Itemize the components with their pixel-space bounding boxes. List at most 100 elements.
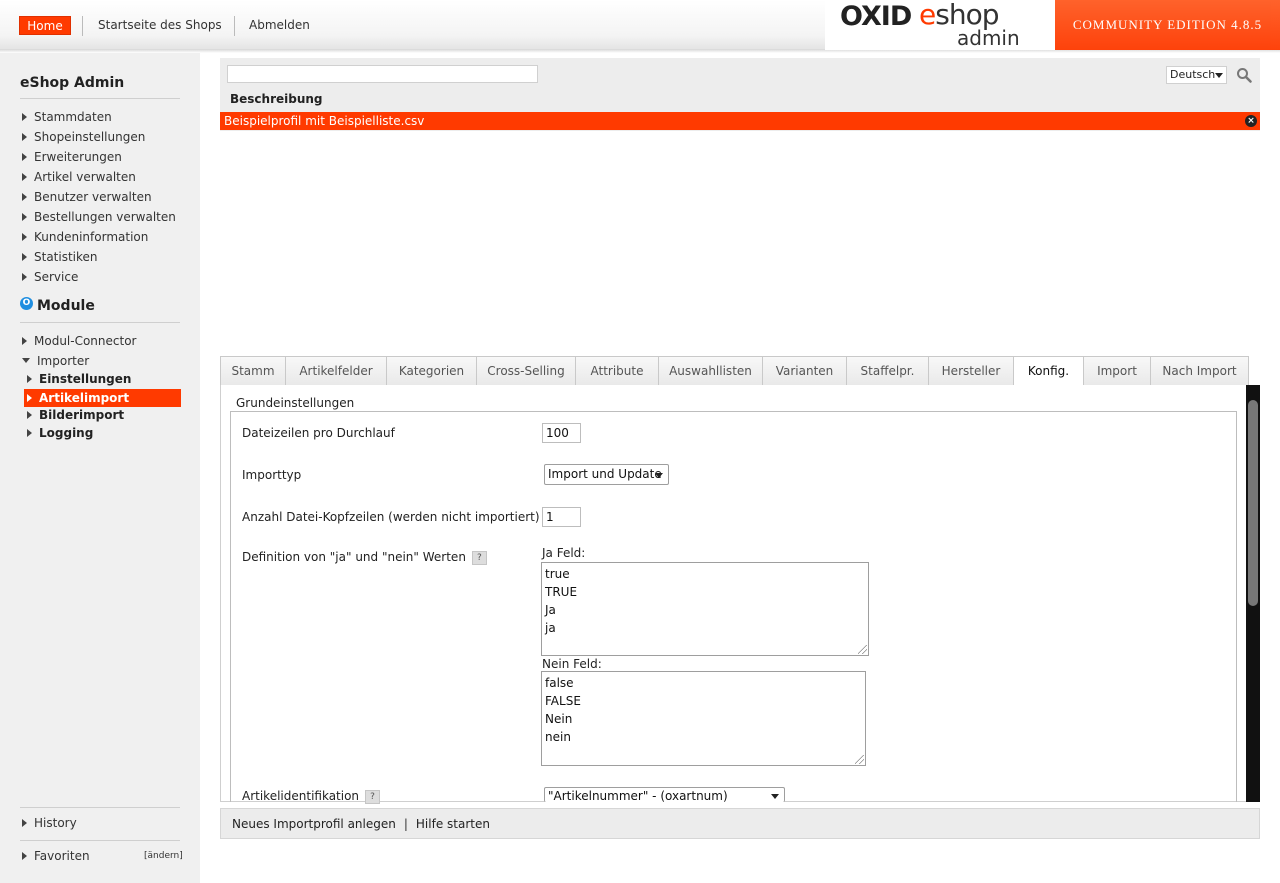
triangle-right-icon — [22, 113, 27, 121]
logout-link[interactable]: Abmelden — [249, 18, 310, 32]
column-header-beschreibung[interactable]: Beschreibung — [230, 92, 323, 106]
resize-grip-icon[interactable] — [858, 645, 867, 654]
sidebar-item-benutzer-verwalten[interactable]: Benutzer verwalten — [22, 188, 152, 206]
sidebar-item-bestellungen-verwalten[interactable]: Bestellungen verwalten — [22, 208, 176, 226]
sidebar-item-label: Stammdaten — [34, 110, 112, 124]
tab-varianten[interactable]: Varianten — [762, 356, 847, 385]
sidebar-subitem-label: Einstellungen — [39, 372, 132, 386]
sidebar-item-label: Bestellungen verwalten — [34, 210, 176, 224]
scrollbar-thumb[interactable] — [1248, 400, 1258, 606]
triangle-right-icon — [22, 133, 27, 141]
article-id-value: "Artikelnummer" - (oxartnum) — [548, 789, 728, 803]
logo-brand: OXID — [840, 1, 912, 32]
sidebar-item-erweiterungen[interactable]: Erweiterungen — [22, 148, 122, 166]
tab-hersteller[interactable]: Hersteller — [928, 356, 1014, 385]
favorites-edit-link[interactable]: [ändern] — [144, 851, 183, 861]
sidebar-item-kundeninformation[interactable]: Kundeninformation — [22, 228, 148, 246]
textarea-line: Ja — [545, 603, 556, 617]
triangle-right-icon — [22, 173, 27, 181]
yes-values-textarea[interactable]: true TRUE Ja ja — [541, 562, 869, 656]
triangle-right-icon — [27, 375, 32, 383]
sidebar-item-shopeinstellungen[interactable]: Shopeinstellungen — [22, 128, 145, 146]
sidebar-subitem-bilderimport[interactable]: Bilderimport — [27, 406, 124, 424]
sidebar-divider — [20, 807, 180, 808]
import-type-value: Import und Update — [548, 467, 662, 481]
import-type-label: Importtyp — [242, 468, 302, 482]
sidebar-item-artikel-verwalten[interactable]: Artikel verwalten — [22, 168, 136, 186]
import-type-select[interactable]: Import und Update — [544, 464, 669, 485]
chevron-down-icon — [655, 473, 663, 478]
triangle-right-icon — [22, 337, 27, 345]
sidebar-item-history[interactable]: History — [22, 814, 77, 832]
chevron-down-icon — [771, 794, 779, 799]
delete-icon[interactable]: × — [1245, 115, 1257, 127]
header-rows-label: Anzahl Datei-Kopfzeilen (werden nicht im… — [242, 510, 540, 524]
triangle-right-icon — [22, 273, 27, 281]
sidebar-item-label: Shopeinstellungen — [34, 130, 146, 144]
sidebar-subitem-label: Bilderimport — [39, 408, 125, 422]
language-select[interactable]: Deutsch — [1166, 66, 1227, 84]
sidebar-item-stammdaten[interactable]: Stammdaten — [22, 108, 112, 126]
sidebar-item-favoriten[interactable]: Favoriten — [22, 847, 90, 865]
list-item-selected[interactable]: Beispielprofil mit Beispielliste.csv × — [220, 112, 1260, 130]
article-id-select[interactable]: "Artikelnummer" - (oxartnum) — [544, 787, 785, 803]
sidebar-subitem-artikelimport[interactable]: Artikelimport — [24, 389, 181, 407]
search-input[interactable] — [227, 65, 538, 83]
search-icon[interactable] — [1236, 67, 1252, 83]
new-import-profile-link[interactable]: Neues Importprofil anlegen — [232, 817, 396, 831]
sidebar-item-statistiken[interactable]: Statistiken — [22, 248, 98, 266]
tab-stamm[interactable]: Stamm — [220, 356, 286, 385]
no-values-textarea[interactable]: false FALSE Nein nein — [541, 671, 866, 766]
textarea-line: Nein — [545, 712, 573, 726]
help-link[interactable]: Hilfe starten — [416, 817, 490, 831]
tab-kategorien[interactable]: Kategorien — [386, 356, 477, 385]
sidebar-divider — [20, 840, 180, 841]
help-icon[interactable]: ? — [471, 550, 487, 565]
tab-artikelfelder[interactable]: Artikelfelder — [285, 356, 387, 385]
resize-grip-icon[interactable] — [855, 755, 864, 764]
header-rows-input[interactable]: 1 — [542, 507, 581, 527]
triangle-right-icon — [22, 233, 27, 241]
triangle-right-icon — [22, 819, 27, 827]
language-value: Deutsch — [1170, 68, 1216, 81]
sidebar-divider — [20, 322, 180, 323]
sidebar-item-service[interactable]: Service — [22, 268, 78, 286]
tab-import[interactable]: Import — [1083, 356, 1151, 385]
tab-nach-import[interactable]: Nach Import — [1150, 356, 1249, 385]
logo-admin: admin — [957, 26, 1020, 50]
sidebar-item-modul-connector[interactable]: Modul-Connector — [22, 332, 136, 350]
sidebar-subitem-einstellungen[interactable]: Einstellungen — [27, 370, 131, 388]
sidebar-divider — [20, 98, 180, 99]
textarea-line: nein — [545, 730, 571, 744]
textarea-line: ja — [545, 621, 556, 635]
triangle-right-icon — [22, 153, 27, 161]
textarea-line: false — [545, 676, 574, 690]
action-separator: | — [403, 817, 408, 831]
triangle-down-icon — [22, 358, 30, 363]
tab-konfig[interactable]: Konfig. — [1013, 356, 1084, 387]
triangle-right-icon — [27, 429, 32, 437]
edition-banner: COMMUNITY EDITION 4.8.5 — [1055, 0, 1280, 50]
nav-divider — [234, 16, 235, 36]
help-icon[interactable]: ? — [365, 789, 381, 804]
sidebar-item-importer[interactable]: Importer — [22, 352, 89, 370]
sidebar-item-label: Benutzer verwalten — [34, 190, 152, 204]
shop-start-link[interactable]: Startseite des Shops — [98, 18, 222, 32]
list-panel: Deutsch Beschreibung Beispielprofil mit … — [220, 58, 1260, 131]
module-section-title: Module — [37, 298, 95, 314]
textarea-line: true — [545, 567, 570, 581]
triangle-right-icon — [27, 394, 32, 402]
tab-attribute[interactable]: Attribute — [575, 356, 659, 385]
sidebar-subitem-label: Artikelimport — [39, 391, 130, 405]
textarea-line: FALSE — [545, 694, 581, 708]
sidebar-item-label: Kundeninformation — [34, 230, 149, 244]
tab-staffelpreise[interactable]: Staffelpr. — [846, 356, 929, 385]
sidebar: eShop Admin Stammdaten Shopeinstellungen… — [0, 53, 200, 883]
rows-per-pass-input[interactable]: 100 — [542, 423, 581, 443]
sidebar-item-label: Erweiterungen — [34, 150, 122, 164]
home-button[interactable]: Home — [19, 16, 71, 35]
fieldset-legend: Grundeinstellungen — [236, 396, 355, 410]
sidebar-subitem-logging[interactable]: Logging — [27, 424, 93, 442]
tab-auswahllisten[interactable]: Auswahllisten — [658, 356, 763, 385]
tab-cross-selling[interactable]: Cross-Selling — [476, 356, 576, 385]
